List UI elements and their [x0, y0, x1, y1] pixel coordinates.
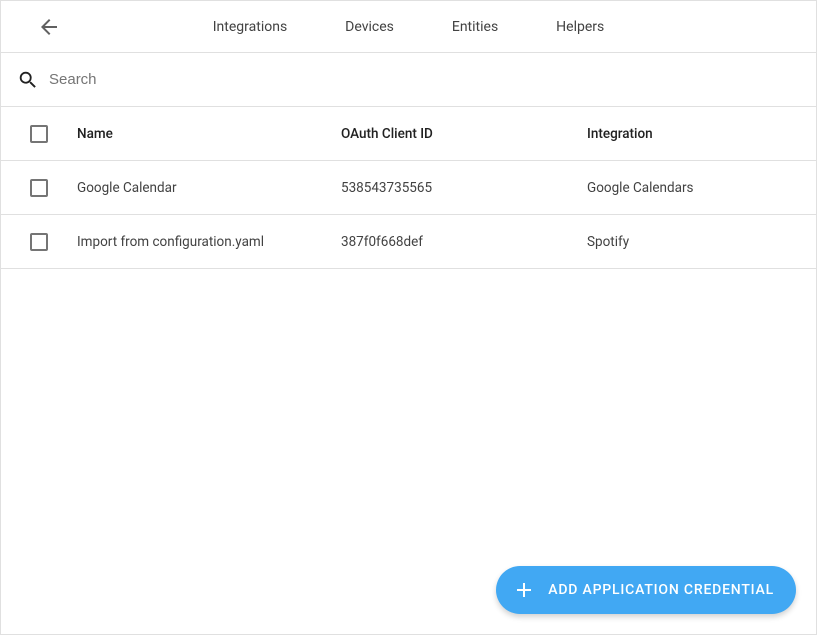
select-all-checkbox[interactable] [30, 125, 48, 143]
tab-integrations[interactable]: Integrations [213, 3, 287, 51]
cell-oauth-client-id: 387f0f668def [341, 234, 587, 250]
column-header-integration[interactable]: Integration [587, 126, 816, 142]
tab-helpers[interactable]: Helpers [556, 3, 604, 51]
cell-integration: Spotify [587, 234, 816, 250]
tab-entities[interactable]: Entities [452, 3, 498, 51]
table-row[interactable]: Import from configuration.yaml 387f0f668… [1, 215, 816, 269]
row-checkbox[interactable] [30, 233, 48, 251]
column-header-name[interactable]: Name [77, 126, 341, 142]
arrow-left-icon [37, 15, 61, 39]
row-checkbox[interactable] [30, 179, 48, 197]
search-bar [1, 53, 816, 107]
add-application-credential-button[interactable]: ADD APPLICATION CREDENTIAL [496, 566, 796, 614]
cell-integration: Google Calendars [587, 180, 816, 196]
plus-icon [512, 578, 536, 602]
cell-name: Google Calendar [77, 180, 341, 196]
cell-oauth-client-id: 538543735565 [341, 180, 587, 196]
back-button[interactable] [29, 7, 69, 47]
fab-label: ADD APPLICATION CREDENTIAL [548, 582, 774, 598]
table-header-row: Name OAuth Client ID Integration [1, 107, 816, 161]
top-bar: Integrations Devices Entities Helpers [1, 1, 816, 53]
cell-name: Import from configuration.yaml [77, 234, 341, 250]
column-header-oauth-client-id[interactable]: OAuth Client ID [341, 126, 587, 142]
tab-devices[interactable]: Devices [345, 3, 394, 51]
table-row[interactable]: Google Calendar 538543735565 Google Cale… [1, 161, 816, 215]
tab-bar: Integrations Devices Entities Helpers [1, 3, 816, 51]
search-input[interactable] [49, 71, 816, 88]
search-icon [17, 69, 39, 91]
